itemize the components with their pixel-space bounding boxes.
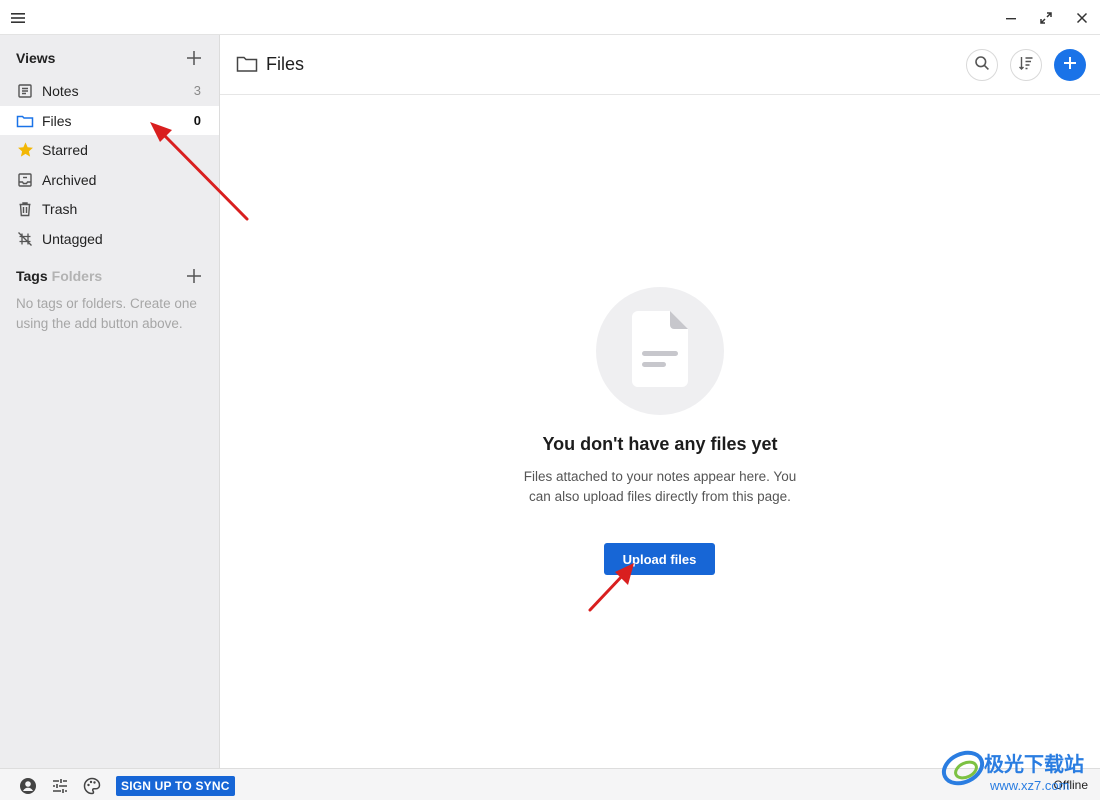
tags-section-header: Tags Folders	[16, 266, 204, 286]
folder-icon	[236, 53, 258, 75]
hamburger-icon[interactable]	[6, 6, 30, 30]
connection-status: Offline	[1053, 778, 1088, 792]
sidebar-item-notes[interactable]: Notes 3	[0, 76, 219, 105]
main-header: Files	[220, 35, 1100, 95]
sidebar-item-label: Untagged	[42, 230, 103, 247]
sidebar-item-files[interactable]: Files 0	[0, 106, 219, 135]
maximize-icon[interactable]	[1034, 6, 1058, 30]
sidebar-item-label: Notes	[42, 82, 79, 99]
empty-state-title: You don't have any files yet	[542, 434, 778, 454]
add-view-button[interactable]	[184, 48, 204, 68]
folder-icon	[16, 112, 34, 130]
add-file-button[interactable]	[1054, 49, 1086, 81]
sidebar-item-starred[interactable]: Starred	[0, 135, 219, 164]
minimize-icon[interactable]	[999, 6, 1023, 30]
title-bar	[0, 0, 1100, 35]
file-icon	[628, 310, 692, 392]
theme-palette-icon[interactable]	[82, 776, 102, 796]
add-tag-button[interactable]	[184, 266, 204, 286]
empty-state-description: Files attached to your notes appear here…	[523, 469, 797, 504]
tags-title: Tags Folders	[16, 268, 102, 284]
page-title: Files	[236, 53, 304, 75]
sidebar: Views Notes 3 Files 0 Starred Archived T…	[0, 35, 220, 768]
sort-icon	[1018, 55, 1034, 76]
note-icon	[16, 82, 34, 100]
trash-icon	[16, 200, 34, 218]
sidebar-item-count: 0	[193, 113, 201, 128]
tags-label: Tags	[16, 268, 48, 284]
status-bar: SIGN UP TO SYNC Offline	[0, 768, 1100, 800]
archive-icon	[16, 171, 34, 189]
sidebar-item-count: 3	[193, 83, 201, 98]
search-button[interactable]	[966, 49, 998, 81]
app-window: Views Notes 3 Files 0 Starred Archived T…	[0, 0, 1100, 800]
search-icon	[974, 55, 990, 76]
star-icon	[16, 141, 34, 159]
sort-button[interactable]	[1010, 49, 1042, 81]
views-section-header: Views	[16, 48, 204, 68]
upload-files-button[interactable]: Upload files	[604, 543, 715, 575]
sidebar-item-trash[interactable]: Trash	[0, 194, 219, 223]
sign-up-to-sync-button[interactable]: SIGN UP TO SYNC	[116, 776, 235, 796]
empty-state-illustration	[596, 287, 724, 415]
preferences-icon[interactable]	[50, 776, 70, 796]
close-icon[interactable]	[1070, 6, 1094, 30]
views-title: Views	[16, 50, 56, 66]
sidebar-item-label: Starred	[42, 141, 88, 158]
plus-icon	[1062, 55, 1078, 76]
sidebar-item-label: Archived	[42, 171, 97, 188]
untagged-icon	[16, 230, 34, 248]
sidebar-item-label: Trash	[42, 200, 78, 217]
tags-empty-message: No tags or folders. Create one using the…	[16, 296, 197, 331]
sidebar-item-untagged[interactable]: Untagged	[0, 224, 219, 253]
account-icon[interactable]	[18, 776, 38, 796]
sidebar-item-label: Files	[42, 112, 72, 129]
folders-label[interactable]: Folders	[52, 268, 103, 284]
sidebar-item-archived[interactable]: Archived	[0, 165, 219, 194]
page-title-text: Files	[266, 53, 305, 74]
